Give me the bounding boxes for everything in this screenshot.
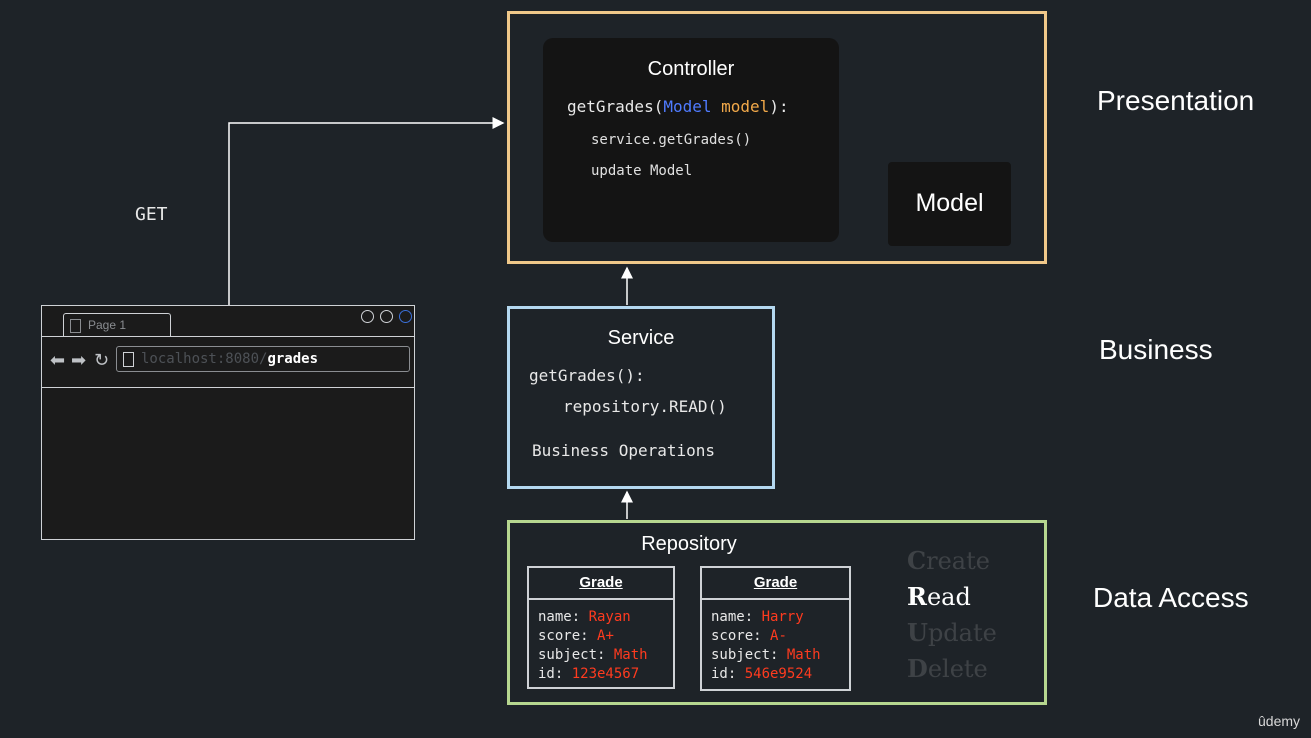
crud-rest: ead: [926, 583, 971, 611]
page-icon: [123, 352, 134, 367]
forward-arrow-icon[interactable]: ➡: [71, 350, 86, 371]
crud-initial: D: [907, 654, 928, 683]
window-button-maximize[interactable]: [380, 310, 393, 323]
browser-tab-label: Page 1: [88, 318, 127, 332]
browser-window: Page 1 ⬅ ➡ ↻ localhost:8080/grades: [41, 305, 415, 540]
grade-card-header: Grade: [529, 568, 673, 600]
browser-tab-bar: Page 1: [42, 306, 414, 337]
get-request-arrow: [228, 117, 505, 305]
grade-field-id: id: 123e4567: [538, 665, 673, 684]
grade-field-name: name: Rayan: [538, 608, 673, 627]
grade-card: Grade name: Rayan score: A+ subject: Mat…: [527, 566, 675, 689]
signature-var: model: [721, 97, 770, 116]
field-label: score:: [538, 628, 598, 644]
grade-card-title: Grade: [579, 574, 623, 591]
field-value: A+: [597, 628, 614, 644]
crud-initial: U: [907, 618, 928, 647]
signature-type: Model: [663, 97, 712, 116]
controller-card: Controller getGrades(Model model): servi…: [543, 38, 839, 242]
grade-field-id: id: 546e9524: [711, 665, 849, 684]
reload-icon[interactable]: ↻: [94, 350, 109, 371]
service-call: repository.READ(): [563, 397, 727, 416]
grade-card: Grade name: Harry score: A- subject: Mat…: [700, 566, 851, 691]
field-value: 123e4567: [571, 666, 640, 682]
layer-label-business: Business: [1099, 334, 1213, 365]
field-value: Math: [786, 647, 821, 663]
model-label: Model: [915, 189, 984, 217]
grade-field-score: score: A+: [538, 627, 673, 646]
field-label: subject:: [711, 647, 787, 663]
crud-delete: Delete: [907, 654, 988, 683]
field-label: name:: [538, 609, 589, 625]
address-url: localhost:8080/grades: [141, 351, 318, 367]
browser-nav-row: ⬅ ➡ ↻ localhost:8080/grades: [42, 336, 414, 388]
back-arrow-icon[interactable]: ⬅: [50, 350, 65, 371]
crud-rest: elete: [927, 655, 988, 683]
signature-end: ):: [769, 97, 789, 116]
field-value: Math: [613, 647, 648, 663]
crud-initial: R: [907, 582, 927, 611]
repository-title: Repository: [641, 533, 737, 555]
grade-field-name: name: Harry: [711, 608, 849, 627]
get-method-label: GET: [135, 204, 168, 225]
layer-label-data-access: Data Access: [1093, 582, 1249, 613]
controller-title: Controller: [647, 58, 735, 80]
address-bar[interactable]: localhost:8080/grades: [116, 346, 410, 372]
browser-tab[interactable]: Page 1: [63, 313, 171, 336]
crud-rest: reate: [926, 547, 990, 575]
crud-rest: pdate: [927, 619, 997, 647]
field-value: A-: [770, 628, 787, 644]
crud-initial: C: [907, 546, 927, 575]
udemy-watermark: ûdemy: [1258, 713, 1301, 729]
field-label: name:: [711, 609, 762, 625]
grade-field-subject: subject: Math: [711, 646, 849, 665]
signature-fn: getGrades(: [567, 97, 664, 116]
grade-card-body: name: Rayan score: A+ subject: Math id: …: [529, 600, 673, 690]
page-icon: [70, 319, 81, 333]
field-label: id:: [538, 666, 572, 682]
field-value: Harry: [761, 609, 804, 625]
service-title: Service: [607, 327, 675, 349]
field-label: id:: [711, 666, 745, 682]
field-value: Rayan: [588, 609, 631, 625]
url-path: grades: [267, 351, 319, 367]
layer-label-presentation: Presentation: [1097, 85, 1255, 116]
controller-line: service.getGrades(): [591, 132, 752, 148]
grade-field-score: score: A-: [711, 627, 849, 646]
crud-update: Update: [907, 618, 997, 647]
crud-read: Read: [907, 582, 971, 611]
service-signature: getGrades():: [529, 366, 645, 385]
controller-signature: getGrades(Model model):: [567, 97, 789, 116]
grade-field-subject: subject: Math: [538, 646, 673, 665]
service-operations: Business Operations: [532, 441, 716, 460]
service-box: Service getGrades(): repository.READ() B…: [507, 306, 775, 489]
model-card: Model: [888, 162, 1011, 246]
grade-card-title: Grade: [753, 574, 798, 591]
window-button-close[interactable]: [399, 310, 412, 323]
url-host: localhost:8080/: [141, 351, 268, 367]
window-button-minimize[interactable]: [361, 310, 374, 323]
controller-line: update Model: [591, 163, 693, 179]
grade-card-header: Grade: [702, 568, 849, 600]
field-label: subject:: [538, 647, 614, 663]
grade-card-body: name: Harry score: A- subject: Math id: …: [702, 600, 849, 690]
field-value: 546e9524: [744, 666, 813, 682]
field-label: score:: [711, 628, 771, 644]
crud-create: Create: [907, 546, 990, 575]
